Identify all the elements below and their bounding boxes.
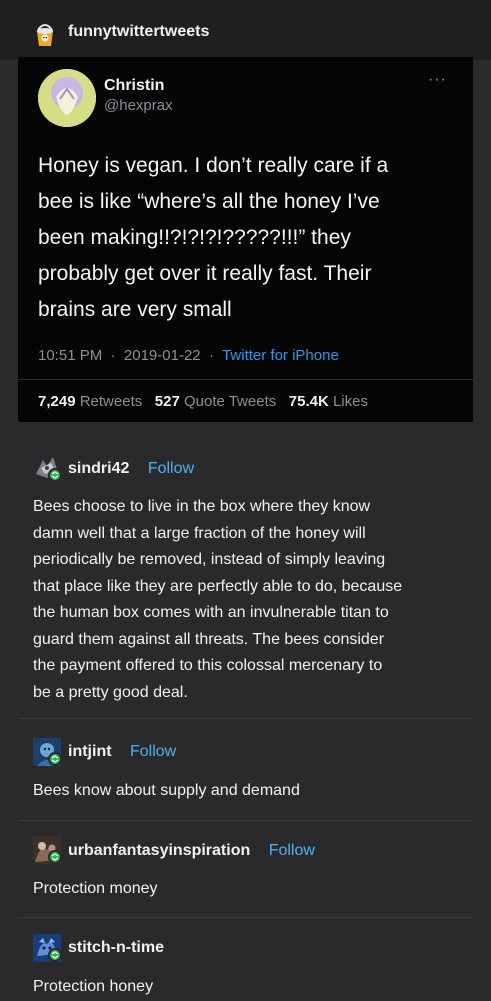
reblog-line: damn well that a large fraction of the h… xyxy=(33,524,366,542)
reblog-line: periodically be removed, instead of simp… xyxy=(33,551,386,568)
tweet-date[interactable]: 2019-01-22 xyxy=(124,347,201,364)
reblog-icon xyxy=(48,468,62,482)
reblog-line: Bees know about supply and demand xyxy=(33,782,300,799)
tweet-time[interactable]: 10:51 PM xyxy=(38,347,102,364)
reblog-divider xyxy=(18,718,473,719)
reblog-divider xyxy=(18,820,473,821)
reblog-line: Bees choose to live in the box where the… xyxy=(33,498,371,515)
reblog-icon xyxy=(48,752,62,766)
reblog-text: Bees choose to live in the box where the… xyxy=(33,494,473,706)
reblog-icon xyxy=(48,850,62,864)
tweet-source[interactable]: Twitter for iPhone xyxy=(222,347,339,364)
tweet-text: Honey is vegan. I don’t really care if a… xyxy=(38,148,458,328)
reblog-divider xyxy=(18,917,473,918)
reblog-text: Protection honey xyxy=(33,974,473,1001)
reblog-username-row: urbanfantasyinspiration Follow xyxy=(68,842,315,860)
tweet-line: brains are very small xyxy=(38,298,232,321)
reblog-icon xyxy=(48,948,62,962)
reblog-username[interactable]: intjint xyxy=(68,743,112,760)
reblog-line: be a pretty good deal. xyxy=(33,683,188,701)
retweet-count[interactable]: 7,249 xyxy=(38,393,76,410)
like-count[interactable]: 75.4K xyxy=(289,393,329,410)
reblog-line: guard them against all threats. The bees… xyxy=(33,630,385,648)
tweet-line: bee is like “where’s all the honey I’ve xyxy=(38,190,380,213)
tweet-divider xyxy=(18,379,473,380)
tweet-line: Honey is vegan. I don’t really care if a xyxy=(38,154,389,177)
tweet-line: been making!!?!?!?!?????!!!” they xyxy=(38,226,351,249)
retweet-label: Retweets xyxy=(79,393,143,410)
tweet-card: Christin @hexprax ··· Honey is vegan. I … xyxy=(18,57,473,422)
reblog-username-row: intjint Follow xyxy=(68,743,176,761)
quote-label: Quote Tweets xyxy=(183,393,277,410)
user-avatar[interactable] xyxy=(33,934,62,962)
follow-button[interactable]: Follow xyxy=(269,842,315,859)
tweet-display-name[interactable]: Christin xyxy=(104,77,164,95)
tweet-avatar[interactable] xyxy=(38,69,96,127)
user-avatar[interactable] xyxy=(33,454,62,482)
user-avatar[interactable] xyxy=(33,836,62,864)
reblog-username[interactable]: sindri42 xyxy=(68,460,129,477)
user-avatar[interactable] xyxy=(33,738,62,766)
tweet-line: probably get over it really fast. Their xyxy=(38,262,372,285)
reblog-username-row: stitch-n-time xyxy=(68,939,164,957)
paint-can-icon[interactable] xyxy=(32,22,58,48)
like-label: Likes xyxy=(332,393,368,410)
op-header: funnytwittertweets xyxy=(0,0,491,60)
op-username[interactable]: funnytwittertweets xyxy=(68,23,209,41)
tweet-handle[interactable]: @hexprax xyxy=(104,97,173,114)
quote-count[interactable]: 527 xyxy=(155,393,180,410)
meta-separator: · xyxy=(106,347,120,364)
reblog-line: Protection honey xyxy=(33,978,154,995)
tweet-stats: 7,249 Retweets 527 Quote Tweets 75.4K Li… xyxy=(38,393,368,410)
reblog-username[interactable]: urbanfantasyinspiration xyxy=(68,842,250,859)
reblog-username-row: sindri42 Follow xyxy=(68,460,194,478)
more-dots-icon[interactable]: ··· xyxy=(428,71,447,89)
tweet-meta: 10:51 PM · 2019-01-22 · Twitter for iPho… xyxy=(38,347,339,364)
reblog-username[interactable]: stitch-n-time xyxy=(68,939,164,956)
follow-button[interactable]: Follow xyxy=(130,743,176,760)
reblog-line: the payment offered to this colossal mer… xyxy=(33,657,383,674)
reblog-line: Protection money xyxy=(33,880,158,897)
reblog-line: the human box comes with an invulnerable… xyxy=(33,604,389,621)
meta-separator: · xyxy=(204,347,219,364)
follow-button[interactable]: Follow xyxy=(148,460,194,477)
reblog-line: that place like they are perfectly able … xyxy=(33,577,403,595)
reblog-text: Bees know about supply and demand xyxy=(33,778,473,805)
reblog-text: Protection money xyxy=(33,876,473,903)
